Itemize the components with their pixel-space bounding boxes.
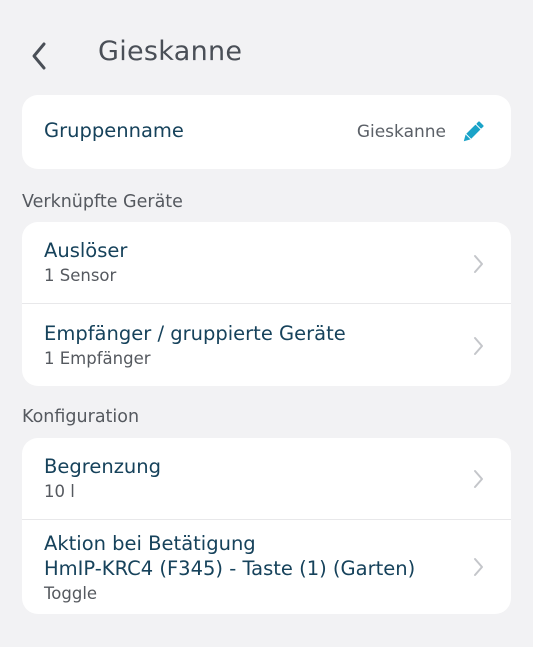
section-title-linked-devices: Verknüpfte Geräte [22,192,183,212]
pencil-icon[interactable] [459,118,487,146]
header-bar: Gieskanne [0,0,533,100]
page-title: Gieskanne [98,36,243,67]
chevron-left-icon [32,42,46,70]
linked-devices-card: Auslöser 1 Sensor Empfänger / gruppierte… [22,222,511,386]
list-item-trigger[interactable]: Auslöser 1 Sensor [22,222,511,304]
limit-title: Begrenzung [44,455,162,478]
trigger-subtitle: 1 Sensor [44,266,117,285]
section-title-configuration: Konfiguration [22,407,140,427]
list-item-receivers[interactable]: Empfänger / gruppierte Geräte 1 Empfänge… [22,304,511,386]
action-device: HmIP-KRC4 (F345) - Taste (1) (Garten) [44,557,416,580]
back-button[interactable] [24,38,54,74]
receivers-subtitle: 1 Empfänger [44,349,151,368]
group-name-card: Gruppenname Gieskanne [22,95,511,169]
limit-value: 10 l [44,482,75,501]
action-title: Aktion bei Betätigung [44,532,256,555]
list-item-action[interactable]: Aktion bei Betätigung HmIP-KRC4 (F345) -… [22,520,511,614]
list-item-limit[interactable]: Begrenzung 10 l [22,438,511,520]
chevron-right-icon [474,558,483,576]
trigger-title: Auslöser [44,239,128,262]
chevron-right-icon [474,255,483,273]
chevron-right-icon [474,470,483,488]
group-name-label: Gruppenname [44,119,184,142]
group-name-value: Gieskanne [356,122,446,142]
group-name-row[interactable]: Gruppenname Gieskanne [22,95,511,169]
action-value: Toggle [44,584,98,603]
chevron-right-icon [474,337,483,355]
receivers-title: Empfänger / gruppierte Geräte [44,322,346,345]
configuration-card: Begrenzung 10 l Aktion bei Betätigung Hm… [22,438,511,614]
